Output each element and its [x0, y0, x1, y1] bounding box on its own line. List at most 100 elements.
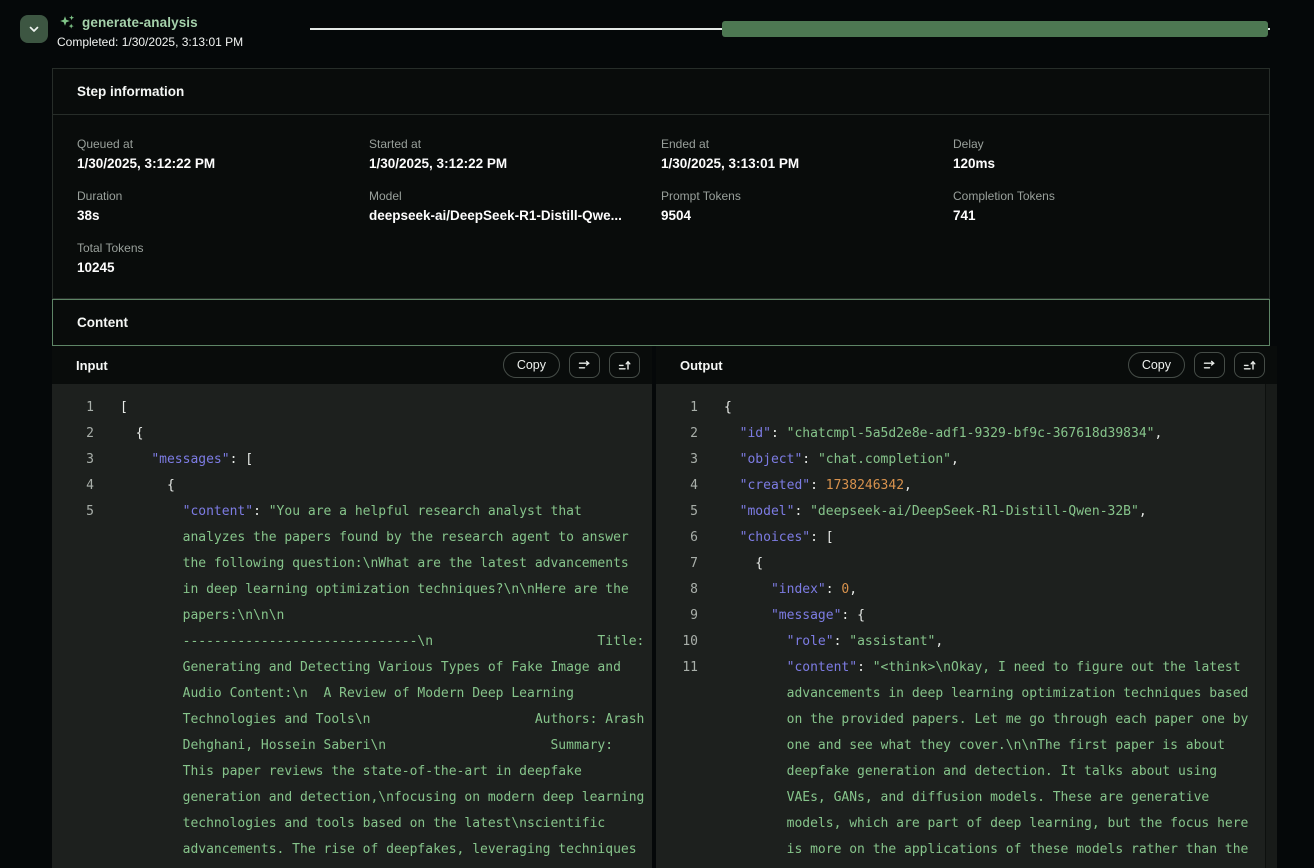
code-line: ------------------------------\n Title: [52, 629, 652, 655]
line-number [52, 525, 94, 551]
code-line: 1[ [52, 395, 652, 421]
input-panel: Input Copy [52, 346, 652, 868]
field-label: Duration [77, 189, 363, 203]
field-label: Delay [953, 137, 1239, 151]
line-number: 7 [656, 551, 698, 577]
code-line: Audio Content:\n A Review of Modern Deep… [52, 681, 652, 707]
step-info-field: Ended at 1/30/2025, 3:13:01 PM [661, 128, 953, 180]
content-section-header[interactable]: Content [52, 299, 1270, 346]
code-line: This paper reviews the state-of-the-art … [52, 759, 652, 785]
step-duration-bar[interactable] [722, 21, 1268, 37]
line-number [52, 733, 94, 759]
field-label: Started at [369, 137, 655, 151]
line-number: 8 [656, 577, 698, 603]
output-code-area[interactable]: 1{2 "id": "chatcmpl-5a5d2e8e-adf1-9329-b… [656, 384, 1277, 868]
line-number [52, 811, 94, 837]
field-value: deepseek-ai/DeepSeek-R1-Distill-Qwe... [369, 208, 655, 223]
line-number: 10 [656, 629, 698, 655]
line-number: 2 [52, 421, 94, 447]
code-line: 4 "created": 1738246342, [656, 473, 1277, 499]
output-panel-title: Output [680, 358, 1128, 373]
step-info-grid: Queued at1/30/2025, 3:12:22 PMStarted at… [53, 115, 1269, 298]
code-line: analyzes the papers found by the researc… [52, 525, 652, 551]
code-line: advancements. The rise of deepfakes, lev… [52, 837, 652, 863]
code-line: generation and detection,\nfocusing on m… [52, 785, 652, 811]
output-scrollbar[interactable] [1265, 384, 1277, 868]
field-label: Ended at [661, 137, 947, 151]
line-number [656, 785, 698, 811]
line-number: 5 [52, 499, 94, 525]
line-number [52, 837, 94, 863]
field-value: 9504 [661, 208, 947, 223]
line-number [52, 707, 94, 733]
code-line: 2 { [52, 421, 652, 447]
code-line: like\nVariational Autoencoders (VAEs), G… [52, 863, 652, 868]
line-number: 3 [656, 447, 698, 473]
step-info-field: Queued at1/30/2025, 3:12:22 PM [77, 128, 369, 180]
line-number [52, 681, 94, 707]
trace-step-view: { "colors": { "accent_green": "#a5d1ab",… [0, 0, 1314, 868]
code-line: 7 { [656, 551, 1277, 577]
line-number: 11 [656, 655, 698, 681]
line-number [52, 551, 94, 577]
field-label: Prompt Tokens [661, 189, 947, 203]
code-line: in deep learning optimization techniques… [52, 577, 652, 603]
input-panel-header: Input Copy [52, 346, 652, 384]
line-number [656, 759, 698, 785]
code-line: optimization techniques themselves. So, … [656, 863, 1277, 868]
code-line: 5 "model": "deepseek-ai/DeepSeek-R1-Dist… [656, 499, 1277, 525]
field-value: 1/30/2025, 3:13:01 PM [661, 156, 947, 171]
line-number [52, 759, 94, 785]
code-line: technologies and tools based on the late… [52, 811, 652, 837]
code-line: the following question:\nWhat are the la… [52, 551, 652, 577]
step-info-field: Started at 1/30/2025, 3:12:22 PM [369, 128, 661, 180]
code-line: 6 "choices": [ [656, 525, 1277, 551]
step-info-field: Completion Tokens 741 [953, 180, 1245, 232]
code-line: 3 "object": "chat.completion", [656, 447, 1277, 473]
code-line: VAEs, GANs, and diffusion models. These … [656, 785, 1277, 811]
align-up-arrow-icon [617, 358, 632, 373]
step-title: generate-analysis [82, 15, 198, 30]
step-info-field: Delay 120ms [953, 128, 1245, 180]
content-section-title: Content [77, 315, 128, 330]
line-number [656, 681, 698, 707]
line-number: 6 [656, 525, 698, 551]
code-line: 4 { [52, 473, 652, 499]
copy-output-button[interactable]: Copy [1128, 352, 1185, 378]
field-label: Total Tokens [77, 241, 363, 255]
code-line: Dehghani, Hossein Saberi\n Summary: [52, 733, 652, 759]
wrap-lines-button[interactable] [569, 352, 600, 378]
line-number [656, 733, 698, 759]
scroll-to-top-button[interactable] [1234, 352, 1265, 378]
line-number [52, 785, 94, 811]
wrap-lines-button[interactable] [1194, 352, 1225, 378]
field-value: 120ms [953, 156, 1239, 171]
line-number: 4 [52, 473, 94, 499]
code-line: on the provided papers. Let me go throug… [656, 707, 1277, 733]
code-line: 2 "id": "chatcmpl-5a5d2e8e-adf1-9329-bf9… [656, 421, 1277, 447]
line-number [52, 577, 94, 603]
line-number [656, 707, 698, 733]
collapse-step-button[interactable] [20, 15, 48, 43]
field-value: 741 [953, 208, 1239, 223]
copy-input-button[interactable]: Copy [503, 352, 560, 378]
step-header: generate-analysis Completed: 1/30/2025, … [0, 0, 1314, 68]
code-line: 3 "messages": [ [52, 447, 652, 473]
input-code-area[interactable]: 1[2 {3 "messages": [4 {5 "content": "You… [52, 384, 652, 868]
step-info-field: Modeldeepseek-ai/DeepSeek-R1-Distill-Qwe… [369, 180, 661, 232]
scroll-to-top-button[interactable] [609, 352, 640, 378]
code-line: deepfake generation and detection. It ta… [656, 759, 1277, 785]
code-line: papers:\n\n\n [52, 603, 652, 629]
code-line: advancements in deep learning optimizati… [656, 681, 1277, 707]
field-value: 1/30/2025, 3:12:22 PM [369, 156, 655, 171]
step-info-field: Duration38s [77, 180, 369, 232]
output-panel-header: Output Copy [656, 346, 1277, 384]
line-number: 9 [656, 603, 698, 629]
code-line: 5 "content": "You are a helpful research… [52, 499, 652, 525]
code-line: 1{ [656, 395, 1277, 421]
field-label: Completion Tokens [953, 189, 1239, 203]
code-line: 8 "index": 0, [656, 577, 1277, 603]
line-number [656, 863, 698, 868]
text-wrap-icon [1202, 358, 1217, 373]
code-line: Generating and Detecting Various Types o… [52, 655, 652, 681]
